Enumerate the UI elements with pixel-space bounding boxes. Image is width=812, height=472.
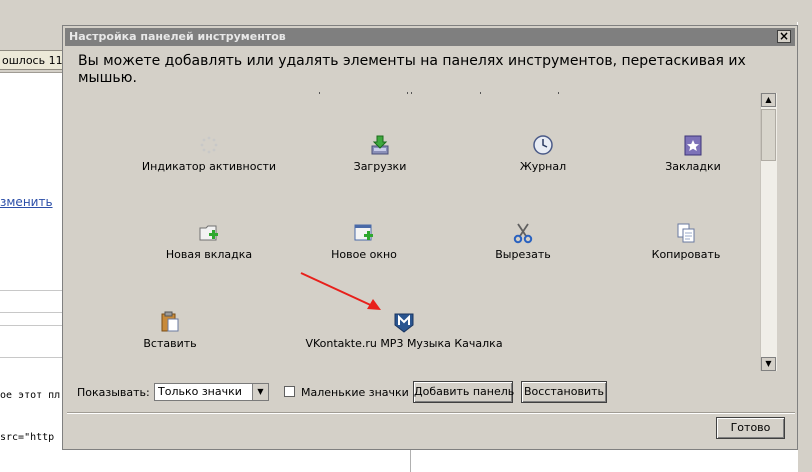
downloads-icon [371,135,389,155]
toolbar-item-bookmarks[interactable]: Закладки [613,134,773,173]
close-icon: × [778,29,790,43]
browser-tab[interactable]: ошлось 11... [0,50,64,70]
toolbar-items-palette: Индикатор активности Загрузки Журнал Зак… [74,90,776,374]
toolbar-item-history[interactable]: Журнал [463,134,623,173]
paste-clipboard-icon [161,311,179,332]
close-button[interactable]: × [777,30,791,43]
page-divider [0,325,64,326]
scroll-down-button[interactable]: ▼ [761,357,776,371]
toolbar-item-label: Вставить [143,337,197,350]
toolbar-item-label: VKontakte.ru MP3 Музыка Качалка [305,337,503,350]
toolbar-item-new-tab[interactable]: Новая вкладка [129,222,289,261]
page-divider [0,290,64,291]
toolbar-item-cut[interactable]: Вырезать [443,222,603,261]
palette-scrollbar[interactable]: ▲ ▼ [760,93,777,371]
scroll-up-button[interactable]: ▲ [761,93,776,107]
vkontakte-m-icon [394,313,414,333]
customize-toolbar-dialog: Настройка панелей инструментов × Вы може… [62,25,798,450]
page-link[interactable]: зменить [0,195,53,209]
page-divider [0,357,64,358]
toolbar-item-label: Индикатор активности [141,160,277,173]
throbber-icon [200,136,218,154]
toolbar-item-label: Новое окно [331,248,397,261]
page-divider [410,448,411,472]
toolbar-item-vkontakte[interactable]: VKontakte.ru MP3 Музыка Качалка [298,311,510,350]
done-button[interactable]: Готово [716,417,785,439]
page-code-line: ое этот пл [0,390,61,401]
toolbar-item-label: Копировать [651,248,721,261]
page-code-line: src="http [0,432,55,443]
red-arrow-annotation [300,272,381,310]
copy-icon [677,223,695,243]
toolbar-item-downloads[interactable]: Загрузки [300,134,460,173]
toolbar-item-activity[interactable]: Индикатор активности [129,134,289,173]
show-mode-select[interactable]: Только значки ▼ [154,383,269,401]
toolbar-item-paste[interactable]: Вставить [90,311,250,350]
instructions-text: Вы можете добавлять или удалять элементы… [78,53,746,86]
toolbar-item-label: Новая вкладка [165,248,253,261]
chevron-down-icon[interactable]: ▼ [252,384,268,400]
restore-button[interactable]: Восстановить [521,381,607,403]
dialog-titlebar[interactable]: Настройка панелей инструментов × [65,28,795,46]
history-clock-icon [533,135,553,155]
dialog-separator [67,412,795,414]
show-mode-value: Только значки [158,385,242,398]
toolbar-item-label: Закладки [665,160,721,173]
add-panel-button[interactable]: Добавить панель [413,381,514,403]
bookmarks-star-icon [684,135,702,156]
scissors-icon [513,223,533,244]
browser-side-frame [797,22,812,472]
small-icons-checkbox[interactable] [284,386,295,397]
show-label: Показывать: [77,386,150,399]
page-divider [0,312,64,313]
toolbar-item-copy[interactable]: Копировать [606,222,766,261]
dialog-title: Настройка панелей инструментов [69,30,286,43]
new-tab-icon [199,225,218,241]
scroll-thumb[interactable] [761,109,776,161]
small-icons-label[interactable]: Маленькие значки [301,386,409,399]
toolbar-item-label: Журнал [519,160,567,173]
new-window-icon [354,224,373,241]
toolbar-item-new-window[interactable]: Новое окно [284,222,444,261]
toolbar-item-label: Вырезать [495,248,551,261]
palette-top-dots [319,92,559,94]
toolbar-item-label: Загрузки [353,160,407,173]
